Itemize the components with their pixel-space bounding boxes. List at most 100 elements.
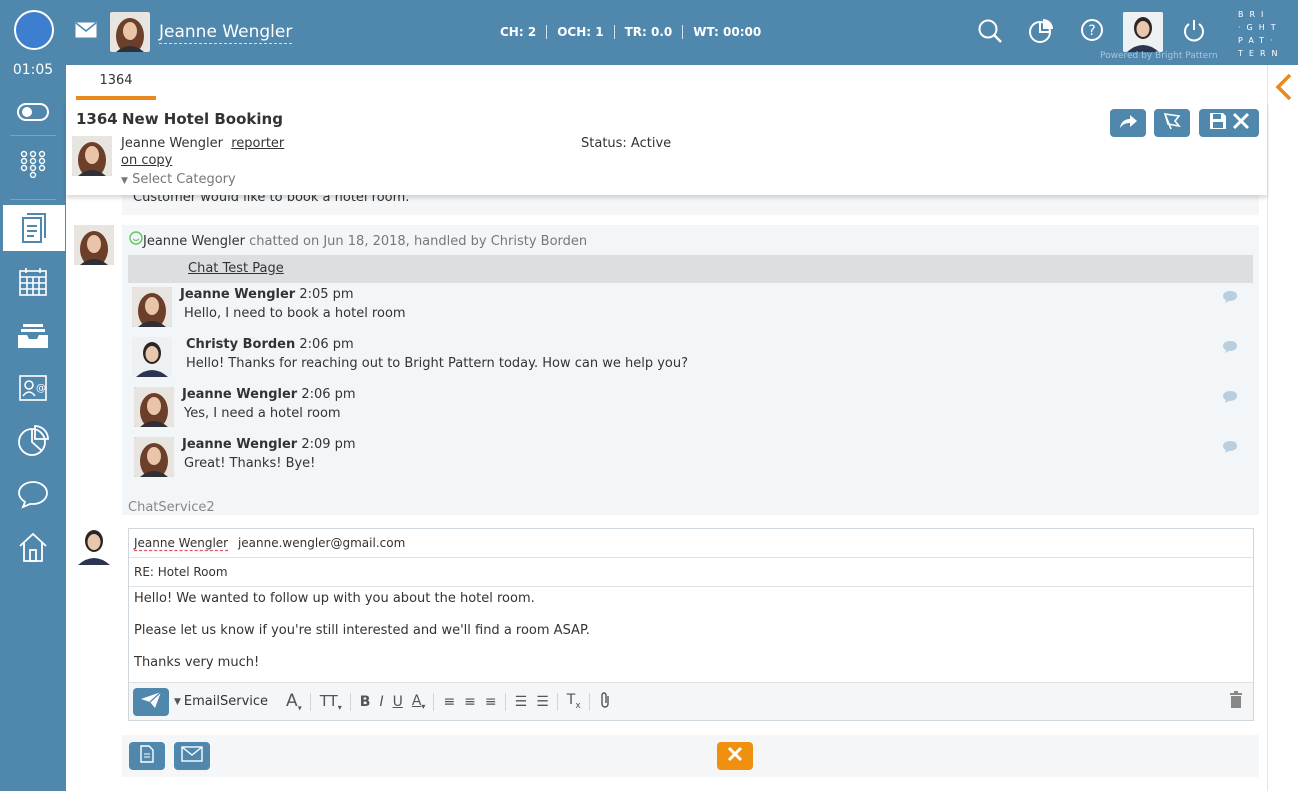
reports-icon[interactable] xyxy=(0,418,66,464)
chat-header: Jeanne Wengler chatted on Jun 18, 2018, … xyxy=(129,231,587,249)
smiley-icon xyxy=(129,231,143,249)
recipient-name[interactable]: Jeanne Wengler xyxy=(134,536,228,550)
align-center-icon[interactable]: ≡ xyxy=(464,694,476,710)
agent-metrics: CH: 2 OCH: 1 TR: 0.0 WT: 00:00 xyxy=(500,25,771,39)
email-body-editor[interactable]: Hello! We wanted to follow up with you a… xyxy=(129,587,1253,691)
forward-button[interactable] xyxy=(1110,109,1146,137)
message-author: Jeanne Wengler xyxy=(180,287,296,302)
chevron-left-icon[interactable] xyxy=(1274,72,1294,106)
home-icon[interactable] xyxy=(0,524,66,570)
text-height-icon[interactable]: TT▾ xyxy=(320,692,342,712)
on-copy-link[interactable]: on copy xyxy=(121,153,172,168)
message-author: Christy Borden xyxy=(186,337,296,352)
select-category-label: Select Category xyxy=(132,172,236,187)
save-icon xyxy=(1208,111,1228,135)
logo-line: PAT· xyxy=(1238,36,1279,45)
search-icon[interactable] xyxy=(977,18,1003,48)
send-button[interactable] xyxy=(133,687,169,716)
text-color-icon[interactable]: A▾ xyxy=(412,693,426,711)
customer-avatar xyxy=(132,287,172,327)
activity-feed: Customer would like to book a hotel room… xyxy=(66,195,1267,791)
select-category-dropdown[interactable]: ▼ Select Category xyxy=(121,172,236,187)
chat-customer-avatar xyxy=(74,225,114,265)
message-meta: Jeanne Wengler 2:09 pm xyxy=(182,437,356,452)
reporter-role-link[interactable]: reporter xyxy=(231,136,284,151)
message-author: Jeanne Wengler xyxy=(182,437,298,452)
toggle-icon[interactable] xyxy=(0,89,66,135)
main-area: 1364 1364 New Hotel Booking Jeanne Wengl… xyxy=(66,65,1267,791)
speech-bubble-icon xyxy=(1222,389,1238,408)
discard-button[interactable] xyxy=(717,742,753,770)
save-and-close-button[interactable] xyxy=(1199,109,1259,137)
align-right-icon[interactable]: ≡ xyxy=(485,694,497,710)
bright-pattern-logo: BRI ·GHT PAT· TERN xyxy=(1238,8,1298,60)
calendar-icon[interactable] xyxy=(0,259,66,305)
powered-by-text: Powered by Bright Pattern xyxy=(1100,51,1218,61)
italic-icon[interactable]: I xyxy=(379,694,383,710)
customer-avatar xyxy=(134,437,174,477)
recipient-address: jeanne.wengler@gmail.com xyxy=(237,536,406,550)
align-left-icon[interactable]: ≡ xyxy=(443,694,455,710)
message-time: 2:06 pm xyxy=(299,337,354,352)
numbered-list-icon[interactable]: ☰ xyxy=(536,694,549,710)
service-caret-icon[interactable]: ▼ xyxy=(174,697,181,707)
chat-service-label: ChatService2 xyxy=(128,500,215,515)
attachment-icon[interactable] xyxy=(599,691,611,713)
top-bar: Jeanne Wengler CH: 2 OCH: 1 TR: 0.0 WT: … xyxy=(0,0,1298,65)
tab-case-1364[interactable]: 1364 xyxy=(76,73,156,100)
agent-message-avatar xyxy=(132,337,172,377)
power-icon[interactable] xyxy=(1182,18,1206,48)
email-composer: Jeanne Wengler jeanne.wengler@gmail.com … xyxy=(122,520,1259,721)
agent-avatar[interactable] xyxy=(1123,12,1163,52)
message-time: 2:06 pm xyxy=(301,387,356,402)
contacts-icon[interactable]: @ xyxy=(0,365,66,411)
email-body-line: Please let us know if you're still inter… xyxy=(134,623,590,638)
stats-icon[interactable] xyxy=(1028,18,1054,48)
svg-text:@: @ xyxy=(36,383,46,394)
case-header: 1364 New Hotel Booking Jeanne Wengler re… xyxy=(66,101,1267,195)
metric-tr: TR: 0.0 xyxy=(613,25,683,39)
chat-transcript: Jeanne Wengler chatted on Jun 18, 2018, … xyxy=(122,225,1259,515)
inbox-icon[interactable] xyxy=(0,312,66,358)
message-author: Jeanne Wengler xyxy=(182,387,298,402)
close-icon xyxy=(1232,112,1250,134)
mail-icon[interactable] xyxy=(75,22,97,42)
logo-line: TERN xyxy=(1238,49,1284,58)
agent-status-indicator[interactable] xyxy=(14,10,54,50)
chat-page-link[interactable]: Chat Test Page xyxy=(188,261,284,276)
chat-page-bar: Chat Test Page xyxy=(128,255,1253,283)
logo-line: ·GHT xyxy=(1238,23,1282,32)
chat-icon[interactable] xyxy=(0,471,66,517)
close-icon xyxy=(727,746,743,766)
email-service-select[interactable]: EmailService xyxy=(184,694,268,709)
bold-icon[interactable]: B xyxy=(360,694,371,710)
speech-bubble-icon xyxy=(1222,439,1238,458)
chat-author: Jeanne Wengler xyxy=(143,234,245,249)
font-size-icon[interactable]: A▾ xyxy=(286,691,302,712)
trash-icon[interactable] xyxy=(1229,690,1243,713)
logo-line: BRI xyxy=(1238,10,1270,19)
clear-format-icon[interactable]: Tx xyxy=(567,692,581,711)
dialpad-icon[interactable] xyxy=(0,141,66,187)
flag-icon xyxy=(1162,112,1182,134)
email-editor: Jeanne Wengler jeanne.wengler@gmail.com … xyxy=(128,528,1254,721)
compose-email-button[interactable] xyxy=(174,742,210,770)
contact-name-link[interactable]: Jeanne Wengler xyxy=(159,21,293,44)
email-to-row[interactable]: Jeanne Wengler jeanne.wengler@gmail.com xyxy=(129,529,1253,558)
cases-icon[interactable] xyxy=(3,205,65,251)
speech-bubble-icon xyxy=(1222,339,1238,358)
email-subject-field[interactable]: RE: Hotel Room xyxy=(129,558,1253,587)
contact-avatar xyxy=(110,12,150,52)
bulleted-list-icon[interactable]: ☰ xyxy=(515,694,528,710)
case-number: 1364 xyxy=(76,110,118,128)
message-text: Hello, I need to book a hotel room xyxy=(184,306,406,321)
underline-icon[interactable]: U xyxy=(393,694,403,710)
message-text: Great! Thanks! Bye! xyxy=(184,456,316,471)
help-icon[interactable]: ? xyxy=(1080,18,1104,46)
flag-button[interactable] xyxy=(1154,109,1190,137)
reporter-avatar xyxy=(72,136,112,176)
message-text: Hello! Thanks for reaching out to Bright… xyxy=(186,356,689,371)
session-timer: 01:05 xyxy=(12,62,54,78)
add-note-button[interactable] xyxy=(129,742,165,770)
left-nav: 01:05 @ xyxy=(0,62,66,791)
